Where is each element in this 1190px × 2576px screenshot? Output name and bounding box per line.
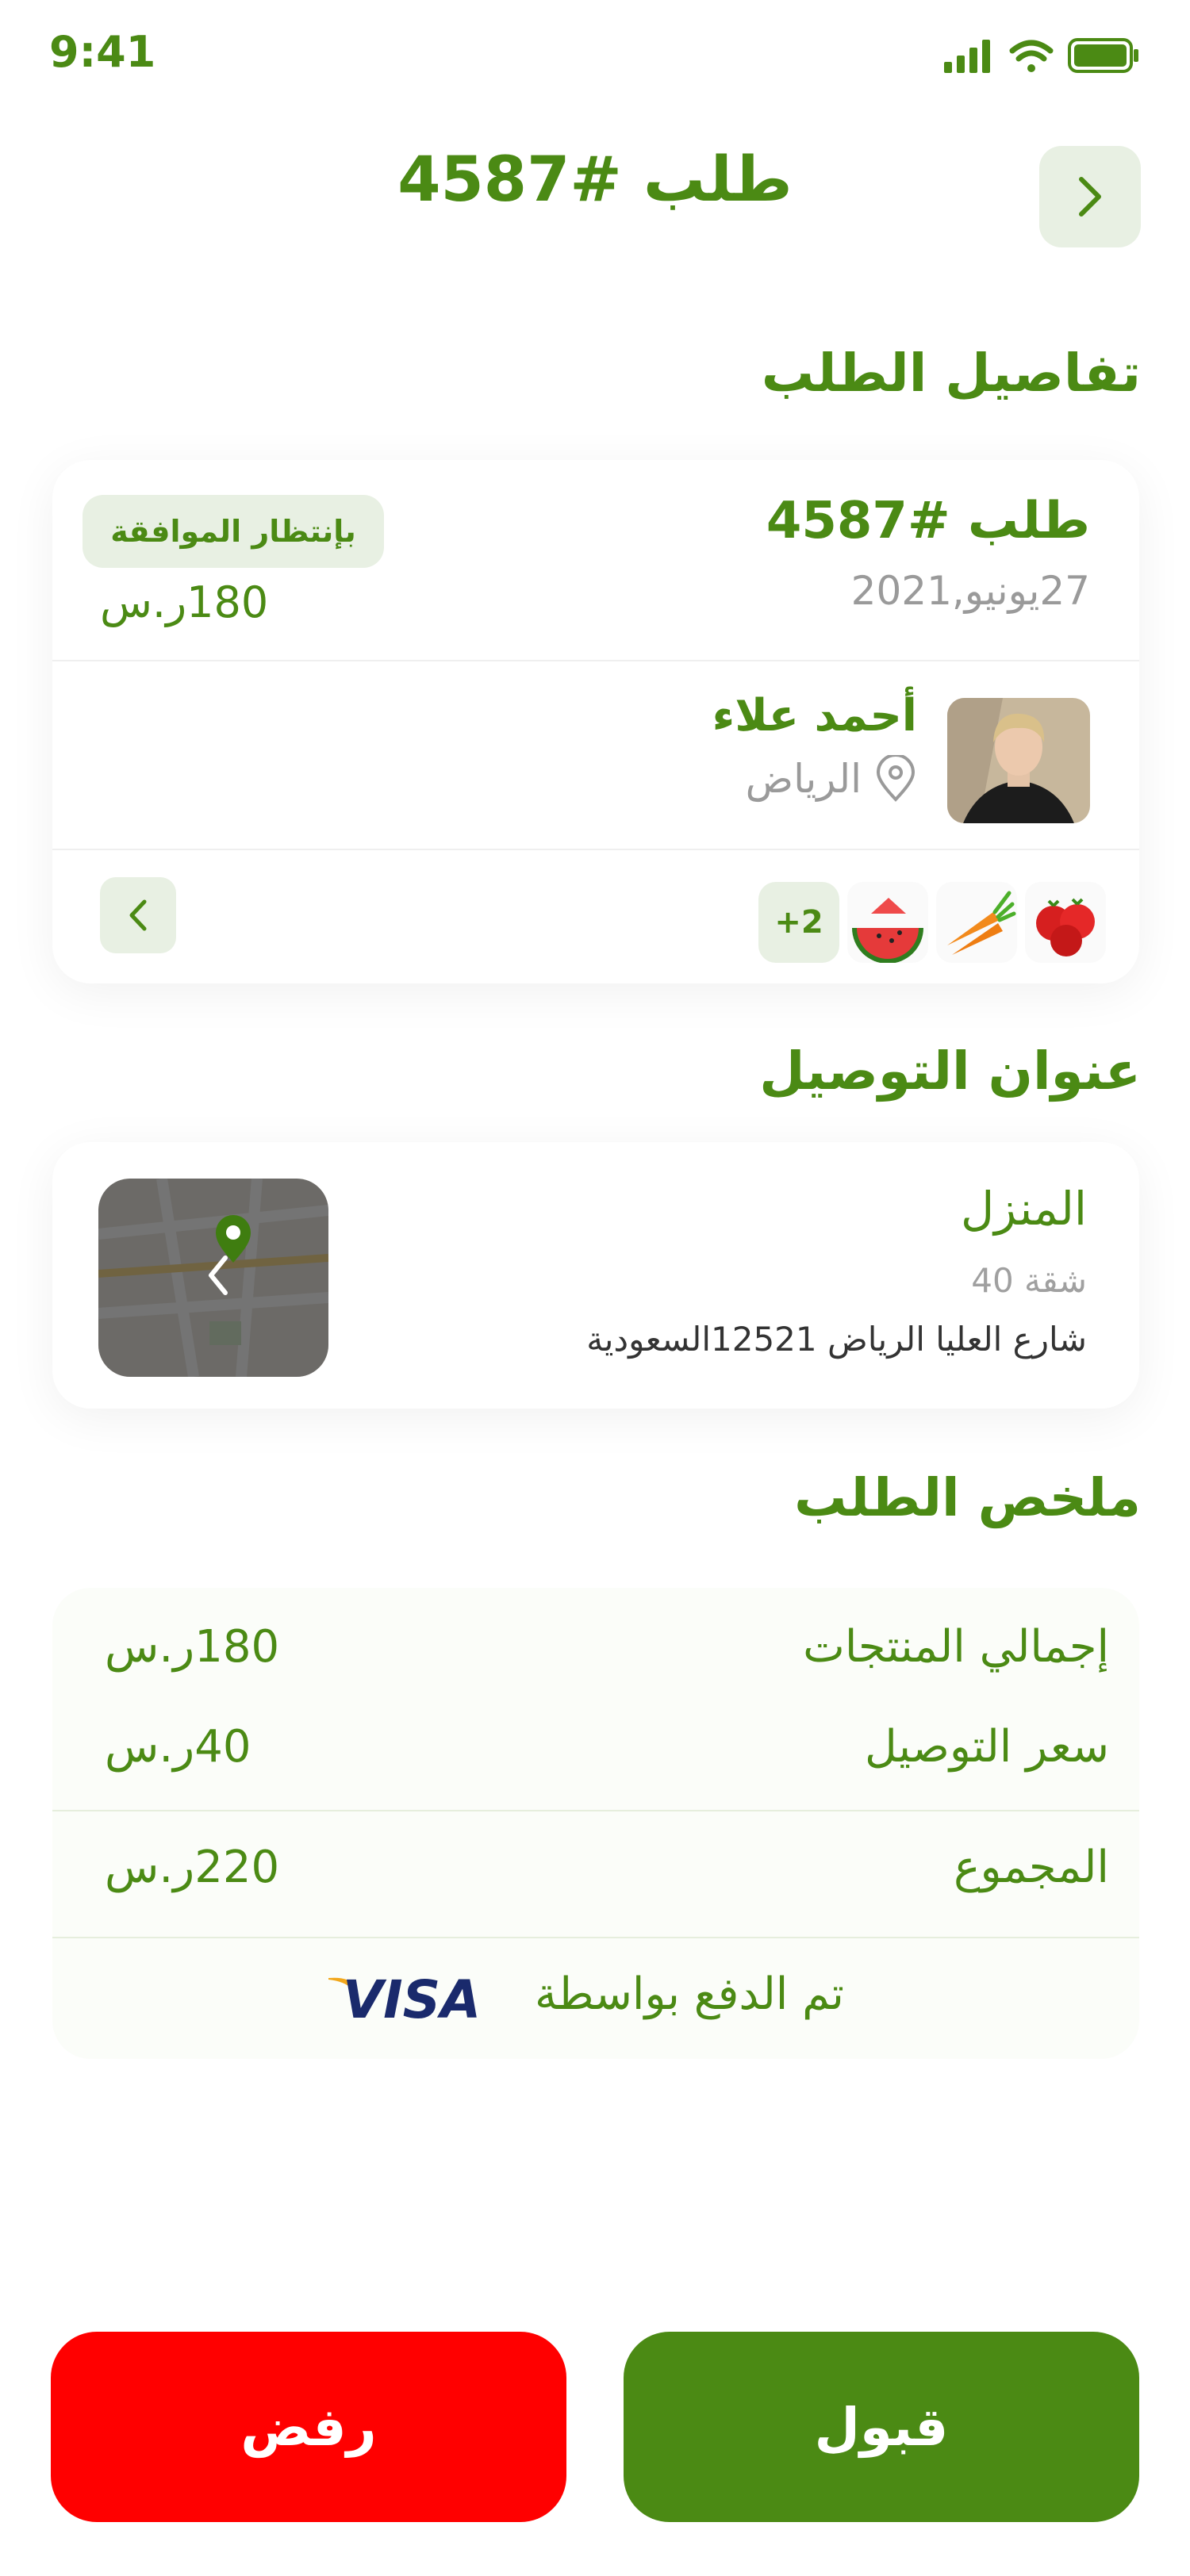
section-title-order-details: تفاصيل الطلب <box>761 343 1141 404</box>
total-label: المجموع <box>954 1842 1109 1893</box>
status-badge: بإنتظار الموافقة <box>83 495 384 568</box>
divider <box>52 1810 1139 1811</box>
page-title: طلب #4587 <box>397 144 793 216</box>
delivery-price-label: سعر التوصيل <box>865 1721 1109 1773</box>
customer-city: الرياض <box>745 756 862 802</box>
more-products-badge[interactable]: +2 <box>758 882 839 963</box>
summary-card: إجمالي المنتجات 180ر.س سعر التوصيل 40ر.س… <box>52 1588 1139 2059</box>
customer-name: أحمد علاء <box>712 690 917 742</box>
address-line: شارع العليا الرياض 12521السعودية <box>586 1320 1087 1359</box>
signal-icon <box>944 40 990 73</box>
location-pin-icon <box>876 755 916 802</box>
products-total-label: إجمالي المنتجات <box>803 1621 1109 1673</box>
order-date: 27يونيو,2021 <box>850 568 1090 614</box>
address-card[interactable]: المنزل شقة 40 شارع العليا الرياض 12521ال… <box>52 1142 1139 1409</box>
avatar <box>947 698 1090 823</box>
product-thumb-watermelon <box>847 882 928 963</box>
divider <box>52 1937 1139 1938</box>
map-thumbnail[interactable] <box>98 1179 328 1377</box>
products-total-value: 180ر.س <box>105 1621 280 1673</box>
order-price: 180ر.س <box>100 577 269 627</box>
battery-icon <box>1068 38 1138 73</box>
status-time: 9:41 <box>49 27 156 77</box>
section-title-order-summary: ملخص الطلب <box>794 1467 1141 1528</box>
order-details-button[interactable] <box>100 877 176 953</box>
status-icons <box>942 35 1141 79</box>
product-thumb-carrots <box>936 882 1017 963</box>
visa-logo: VISA <box>325 1964 487 2030</box>
section-title-delivery-address: عنوان التوصيل <box>759 1041 1141 1102</box>
wifi-icon <box>1009 40 1054 72</box>
delivery-price-value: 40ر.س <box>105 1721 251 1773</box>
accept-button[interactable]: قبول <box>624 2332 1139 2522</box>
order-id: طلب #4587 <box>766 492 1090 550</box>
address-title: المنزل <box>961 1182 1087 1236</box>
svg-text:VISA: VISA <box>343 1969 481 2027</box>
order-card[interactable]: طلب #4587 27يونيو,2021 بإنتظار الموافقة … <box>52 460 1139 983</box>
total-value: 220ر.س <box>105 1842 280 1893</box>
divider <box>52 660 1139 661</box>
paid-via-label: تم الدفع بواسطة <box>535 1968 845 2020</box>
product-thumb-tomatoes <box>1025 882 1106 963</box>
reject-button[interactable]: رفض <box>51 2332 566 2522</box>
address-apartment: شقة 40 <box>971 1261 1087 1300</box>
customer-location: الرياض <box>746 755 917 803</box>
divider <box>52 849 1139 850</box>
chevron-left-icon <box>129 899 147 931</box>
